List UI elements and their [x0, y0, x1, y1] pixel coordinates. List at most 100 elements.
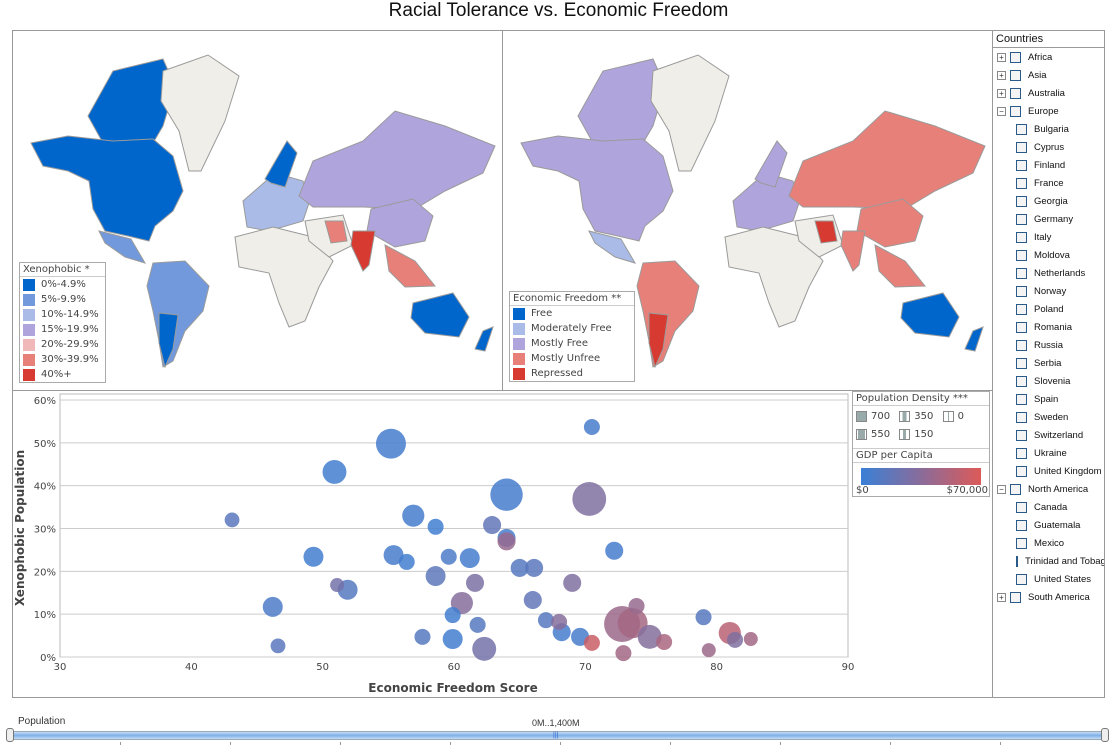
- checkbox[interactable]: [1010, 69, 1021, 81]
- legend-item[interactable]: Mostly Free: [510, 336, 634, 351]
- bubble[interactable]: [224, 512, 240, 528]
- bubble[interactable]: [743, 632, 758, 646]
- bubble[interactable]: [497, 532, 516, 551]
- checkbox[interactable]: [1010, 87, 1021, 99]
- bubble[interactable]: [440, 548, 457, 565]
- checkbox[interactable]: [1016, 285, 1027, 297]
- bubble[interactable]: [427, 518, 444, 535]
- tree-item[interactable]: Serbia: [993, 354, 1104, 372]
- tree-item[interactable]: Ukraine: [993, 444, 1104, 462]
- xenophobia-map[interactable]: Xenophobic * 0%-4.9% 5%-9.9% 10%-14.9% 15%-…: [12, 30, 503, 391]
- checkbox[interactable]: [1016, 465, 1027, 477]
- tree-group[interactable]: + Australia: [993, 84, 1104, 102]
- tree-item[interactable]: Netherlands: [993, 264, 1104, 282]
- region-india[interactable]: [350, 230, 376, 272]
- bubble[interactable]: [459, 548, 480, 569]
- region-russia[interactable]: [298, 110, 496, 210]
- bubble[interactable]: [525, 558, 544, 577]
- bubble[interactable]: [523, 591, 542, 610]
- checkbox[interactable]: [1016, 141, 1027, 153]
- checkbox[interactable]: [1016, 195, 1027, 207]
- bubble[interactable]: [442, 629, 463, 650]
- checkbox[interactable]: [1016, 447, 1027, 459]
- collapse-icon[interactable]: −: [997, 106, 1006, 116]
- tree-item[interactable]: Trinidad and Tobago: [993, 552, 1104, 570]
- checkbox[interactable]: [1016, 159, 1027, 171]
- checkbox[interactable]: [1016, 501, 1027, 513]
- region-northAmerica[interactable]: [520, 135, 674, 242]
- legend-item[interactable]: Mostly Unfree: [510, 351, 634, 366]
- slider-track[interactable]: |||: [10, 731, 1107, 740]
- tree-item[interactable]: Moldova: [993, 246, 1104, 264]
- tree-item[interactable]: Bulgaria: [993, 120, 1104, 138]
- checkbox[interactable]: [1010, 105, 1021, 117]
- tree-item[interactable]: Spain: [993, 390, 1104, 408]
- tree-group[interactable]: − North America: [993, 480, 1104, 498]
- tree-item[interactable]: Finland: [993, 156, 1104, 174]
- expand-icon[interactable]: +: [997, 70, 1006, 80]
- expand-icon[interactable]: +: [997, 88, 1006, 98]
- bubble[interactable]: [469, 616, 486, 633]
- tree-item[interactable]: Russia: [993, 336, 1104, 354]
- expand-icon[interactable]: +: [997, 52, 1006, 62]
- tree-item[interactable]: United Kingdom: [993, 462, 1104, 480]
- tree-item[interactable]: Sweden: [993, 408, 1104, 426]
- tree-group[interactable]: + Africa: [993, 48, 1104, 66]
- checkbox[interactable]: [1016, 393, 1027, 405]
- slider-max-handle[interactable]: [1101, 728, 1109, 742]
- bubble[interactable]: [583, 634, 600, 651]
- slider-grip-icon[interactable]: |||: [553, 732, 558, 740]
- slider-min-handle[interactable]: [6, 728, 14, 742]
- tree-group[interactable]: + South America: [993, 588, 1104, 606]
- region-southAm[interactable]: [636, 260, 700, 368]
- tree-group[interactable]: + Asia: [993, 66, 1104, 84]
- collapse-icon[interactable]: −: [997, 484, 1006, 494]
- bubble[interactable]: [375, 428, 406, 459]
- checkbox[interactable]: [1016, 519, 1027, 531]
- bubble[interactable]: [425, 566, 446, 587]
- checkbox[interactable]: [1016, 249, 1027, 261]
- expand-icon[interactable]: +: [997, 592, 1006, 602]
- legend-item[interactable]: 15%-19.9%: [20, 322, 105, 337]
- bubble[interactable]: [563, 573, 582, 592]
- bubble[interactable]: [656, 633, 673, 651]
- tree-item[interactable]: Italy: [993, 228, 1104, 246]
- legend-item[interactable]: 0%-4.9%: [20, 277, 105, 292]
- countries-tree[interactable]: Countries + Africa + Asia + Australia − Europe B…: [992, 30, 1105, 698]
- bubble[interactable]: [262, 596, 283, 617]
- checkbox[interactable]: [1010, 591, 1021, 603]
- legend-item[interactable]: 30%-39.9%: [20, 352, 105, 367]
- region-seAsia[interactable]: [384, 244, 437, 288]
- bubble[interactable]: [701, 643, 716, 658]
- legend-item[interactable]: 5%-9.9%: [20, 292, 105, 307]
- bubble[interactable]: [398, 553, 415, 570]
- tree-item[interactable]: Mexico: [993, 534, 1104, 552]
- checkbox[interactable]: [1016, 213, 1027, 225]
- tree-item[interactable]: Georgia: [993, 192, 1104, 210]
- region-seAsia[interactable]: [874, 244, 927, 288]
- bubble[interactable]: [572, 482, 607, 516]
- bubble[interactable]: [465, 573, 485, 592]
- checkbox[interactable]: [1016, 267, 1027, 279]
- checkbox[interactable]: [1010, 51, 1021, 63]
- tree-item[interactable]: Cyprus: [993, 138, 1104, 156]
- tree-item[interactable]: Canada: [993, 498, 1104, 516]
- checkbox[interactable]: [1016, 537, 1027, 549]
- region-australia[interactable]: [410, 292, 470, 338]
- tree-item[interactable]: Germany: [993, 210, 1104, 228]
- bubble[interactable]: [472, 636, 497, 661]
- tree-item[interactable]: United States: [993, 570, 1104, 588]
- checkbox[interactable]: [1016, 177, 1027, 189]
- legend-item[interactable]: Moderately Free: [510, 321, 634, 336]
- region-india[interactable]: [840, 230, 866, 272]
- region-australia[interactable]: [900, 292, 960, 338]
- bubble[interactable]: [270, 638, 286, 654]
- tree-item[interactable]: Romania: [993, 318, 1104, 336]
- tree-item[interactable]: Slovenia: [993, 372, 1104, 390]
- bubble[interactable]: [402, 504, 425, 527]
- region-greenland[interactable]: [160, 54, 240, 172]
- legend-item[interactable]: 20%-29.9%: [20, 337, 105, 352]
- bubble[interactable]: [615, 645, 632, 662]
- tree-item[interactable]: Guatemala: [993, 516, 1104, 534]
- checkbox[interactable]: [1016, 357, 1027, 369]
